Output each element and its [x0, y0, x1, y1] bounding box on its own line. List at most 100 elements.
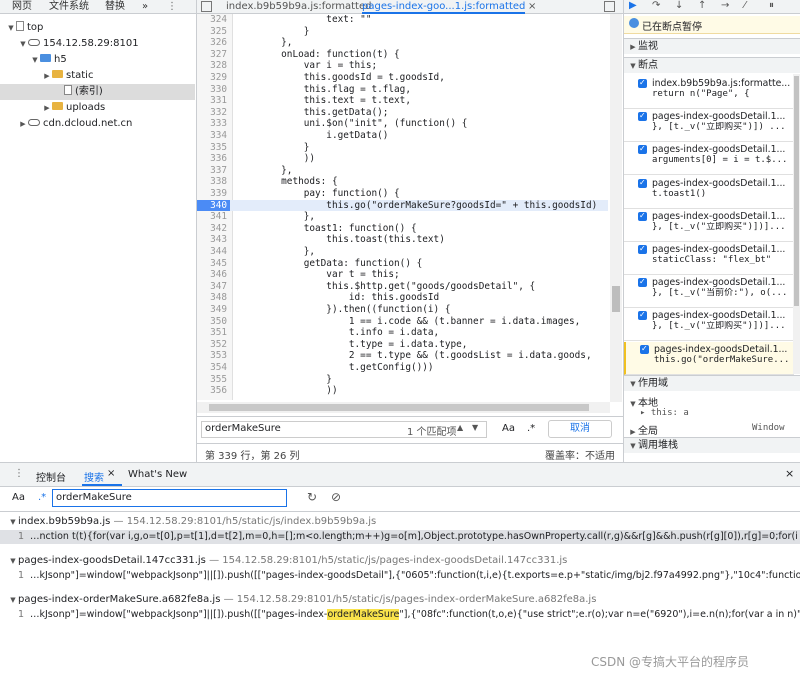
line-number[interactable]: 342	[197, 223, 230, 235]
code-line[interactable]: 327 onLoad: function(t) {	[197, 49, 608, 61]
horizontal-scrollbar-thumb[interactable]	[209, 404, 589, 411]
kebab-menu-icon[interactable]: ⋮	[167, 1, 177, 12]
code-line[interactable]: 338 methods: {	[197, 176, 608, 188]
toggle-navigator-icon[interactable]	[201, 1, 212, 12]
clear-search-icon[interactable]: ⊘	[331, 490, 341, 504]
pause-on-exceptions-icon[interactable]: ⏸	[769, 0, 774, 11]
code-line[interactable]: 332 this.getData();	[197, 107, 608, 119]
collapse-icon[interactable]: ▼	[30, 52, 40, 68]
expand-icon[interactable]: ▶	[18, 116, 28, 132]
horizontal-scrollbar[interactable]	[197, 402, 610, 413]
code-line[interactable]: 330 this.flag = t.flag,	[197, 84, 608, 96]
breakpoint-item[interactable]: pages-index-goodsDetail.1...staticClass:…	[624, 242, 794, 275]
code-line[interactable]: 326 },	[197, 37, 608, 49]
result-line[interactable]: 1 …kJsonp"]=window["webpackJsonp"]||[]).p…	[0, 569, 800, 583]
close-drawer-icon[interactable]: ×	[785, 467, 794, 480]
search-regex-button[interactable]: .*	[38, 492, 46, 503]
code-line[interactable]: 342 toast1: function() {	[197, 223, 608, 235]
line-number[interactable]: 329	[197, 72, 230, 84]
step-icon[interactable]: →	[721, 0, 729, 11]
scope-global[interactable]: ▶ 全局	[628, 422, 658, 437]
scope-section-header[interactable]: ▼ 作用域	[624, 375, 800, 391]
find-input-box[interactable]: orderMakeSure 1 个匹配项 ▲ ▼	[201, 421, 487, 438]
code-line[interactable]: 348 id: this.goodsId	[197, 292, 608, 304]
collapse-icon[interactable]: ▼	[18, 36, 28, 52]
line-number[interactable]: 356	[197, 385, 230, 397]
code-line[interactable]: 341 },	[197, 211, 608, 223]
tree-item[interactable]: ▶ static	[0, 68, 195, 84]
breakpoint-item[interactable]: pages-index-goodsDetail.1...}, [t._v("立即…	[624, 209, 794, 242]
breakpoint-checkbox[interactable]	[638, 177, 647, 188]
code-line[interactable]: 329 this.goodsId = t.goodsId,	[197, 72, 608, 84]
expand-icon[interactable]: ▶	[42, 100, 52, 116]
breakpoint-checkbox[interactable]	[640, 343, 649, 354]
vertical-scrollbar[interactable]	[610, 14, 622, 402]
code-line[interactable]: 328 var i = this;	[197, 60, 608, 72]
line-number[interactable]: 348	[197, 292, 230, 304]
code-line[interactable]: 350 1 == i.code && (t.banner = i.data.im…	[197, 316, 608, 328]
breakpoint-item[interactable]: pages-index-goodsDetail.1...this.go("ord…	[624, 341, 794, 375]
line-number[interactable]: 352	[197, 339, 230, 351]
line-number[interactable]: 326	[197, 37, 230, 49]
tab-overrides[interactable]: 替换	[105, 0, 125, 14]
code-line[interactable]: 335 }	[197, 142, 608, 154]
line-number[interactable]: 341	[197, 211, 230, 223]
line-number[interactable]: 344	[197, 246, 230, 258]
breakpoint-checkbox[interactable]	[638, 309, 647, 321]
line-number[interactable]: 343	[197, 234, 230, 246]
collapse-icon[interactable]: ▼	[8, 518, 18, 526]
scope-local[interactable]: ▼ 本地	[628, 394, 658, 409]
close-tab-icon[interactable]: ×	[528, 0, 536, 14]
line-number[interactable]: 355	[197, 374, 230, 386]
line-number[interactable]: 327	[197, 49, 230, 61]
code-line[interactable]: 344 },	[197, 246, 608, 258]
line-number[interactable]: 328	[197, 60, 230, 72]
deactivate-breakpoints-icon[interactable]: ⁄	[744, 0, 746, 11]
code-line[interactable]: 345 getData: function() {	[197, 258, 608, 270]
search-match-case-button[interactable]: Aa	[12, 492, 25, 503]
code-line[interactable]: 324 text: ""	[197, 14, 608, 26]
tree-item[interactable]: ▶ uploads	[0, 100, 195, 116]
line-number[interactable]: 334	[197, 130, 230, 142]
breakpoint-item[interactable]: pages-index-goodsDetail.1...}, [t._v("当前…	[624, 275, 794, 309]
line-number[interactable]: 332	[197, 107, 230, 119]
result-file-header[interactable]: ▼ index.b9b59b9a.js — 154.12.58.29:8101/h…	[8, 516, 376, 527]
breakpoint-item[interactable]: pages-index-goodsDetail.1...arguments[0]…	[624, 142, 794, 176]
drawer-tab-console[interactable]: 控制台	[36, 469, 66, 484]
breakpoints-section-header[interactable]: ▼ 断点	[624, 57, 800, 73]
close-search-tab-icon[interactable]: ×	[107, 468, 115, 479]
expand-icon[interactable]: ▶	[42, 68, 52, 84]
find-input[interactable]: orderMakeSure	[205, 423, 281, 434]
line-number[interactable]: 340	[197, 199, 230, 212]
regex-button[interactable]: .*	[527, 423, 535, 434]
line-number[interactable]: 345	[197, 258, 230, 270]
code-line[interactable]: 333 uni.$on("init", (function() {	[197, 118, 608, 130]
next-match-button[interactable]: ▼	[472, 423, 478, 432]
code-line[interactable]: 356 ))	[197, 385, 608, 397]
line-number[interactable]: 339	[197, 188, 230, 200]
breakpoint-item[interactable]: pages-index-goodsDetail.1...t.toast1()	[624, 176, 794, 209]
code-line[interactable]: 355 }	[197, 374, 608, 386]
code-line[interactable]: 354 t.getConfig()))	[197, 362, 608, 374]
result-file-header[interactable]: ▼ pages-index-goodsDetail.147cc331.js — 1…	[8, 555, 567, 566]
collapse-icon[interactable]: ▼	[6, 20, 16, 36]
collapse-icon[interactable]: ▼	[8, 596, 18, 604]
code-line[interactable]: 331 this.text = t.text,	[197, 95, 608, 107]
tree-item[interactable]: (索引)	[0, 84, 195, 100]
breakpoint-line[interactable]: 340 this.go("orderMakeSure?goodsId=" + t…	[197, 199, 608, 212]
line-number[interactable]: 338	[197, 176, 230, 188]
line-number[interactable]: 324	[197, 14, 230, 26]
toggle-debugger-icon[interactable]	[604, 1, 615, 12]
breakpoints-scrollbar[interactable]	[793, 74, 800, 374]
line-number[interactable]: 349	[197, 304, 230, 316]
step-over-icon[interactable]: ↷	[652, 0, 660, 11]
line-number[interactable]: 330	[197, 84, 230, 96]
breakpoint-checkbox[interactable]	[638, 110, 647, 122]
scope-this[interactable]: ▸ this: a	[640, 408, 689, 418]
resume-icon[interactable]: ▶	[629, 0, 637, 11]
scrollbar-thumb[interactable]	[612, 286, 620, 312]
result-line[interactable]: 1 …nction t(t){for(var i,g,o=t[0],p=t[1],…	[0, 530, 800, 544]
line-number[interactable]: 350	[197, 316, 230, 328]
line-number[interactable]: 353	[197, 350, 230, 362]
line-number[interactable]: 335	[197, 142, 230, 154]
